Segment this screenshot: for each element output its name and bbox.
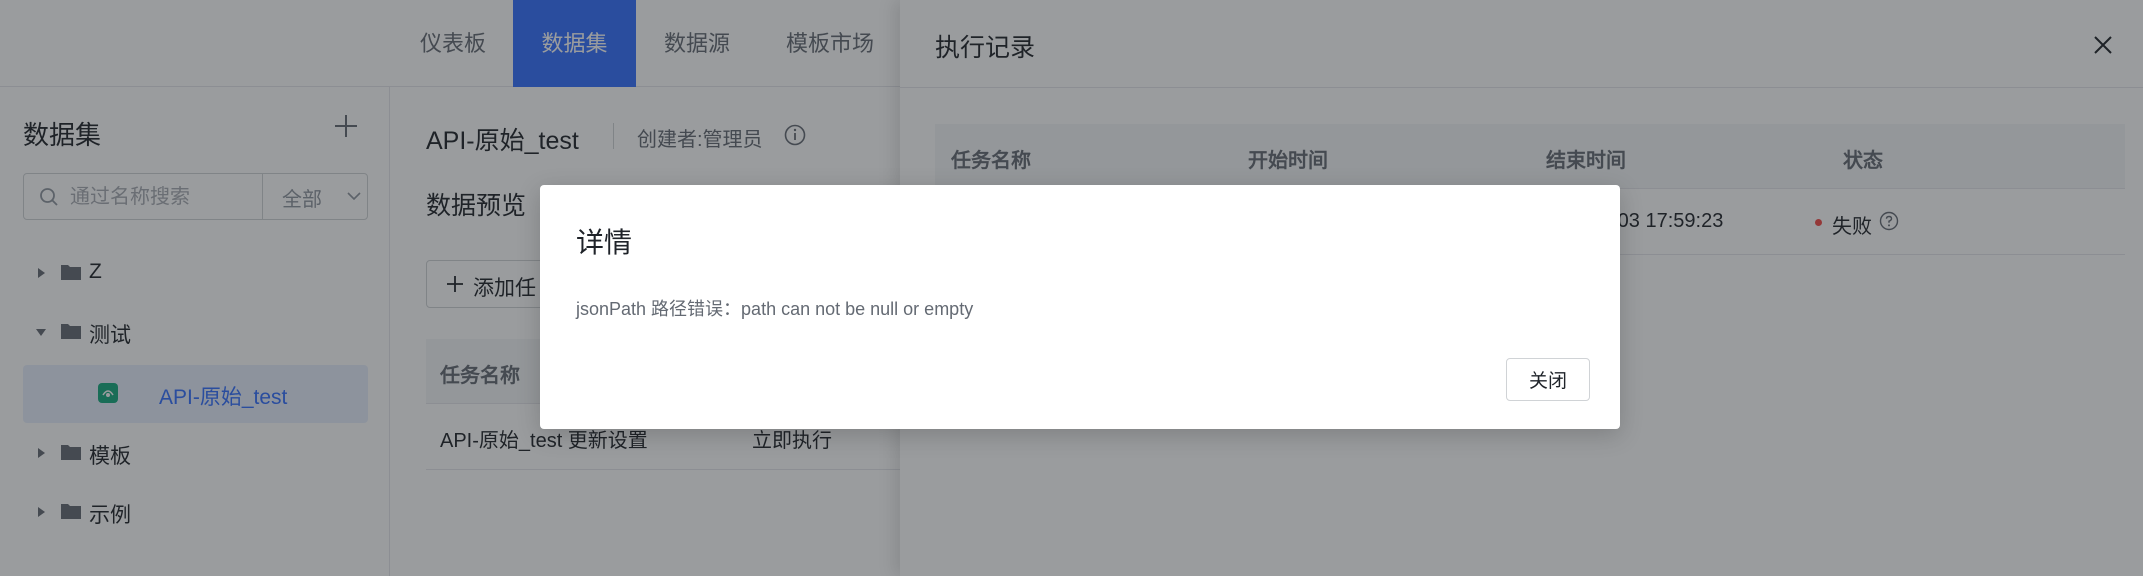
error-message: jsonPath 路径错误：path can not be null or em…	[576, 299, 974, 319]
close-button[interactable]: 关闭	[1506, 358, 1590, 401]
detail-dialog: 详情 jsonPath 路径错误：path can not be null or…	[540, 185, 1620, 429]
dialog-title: 详情	[576, 227, 633, 258]
